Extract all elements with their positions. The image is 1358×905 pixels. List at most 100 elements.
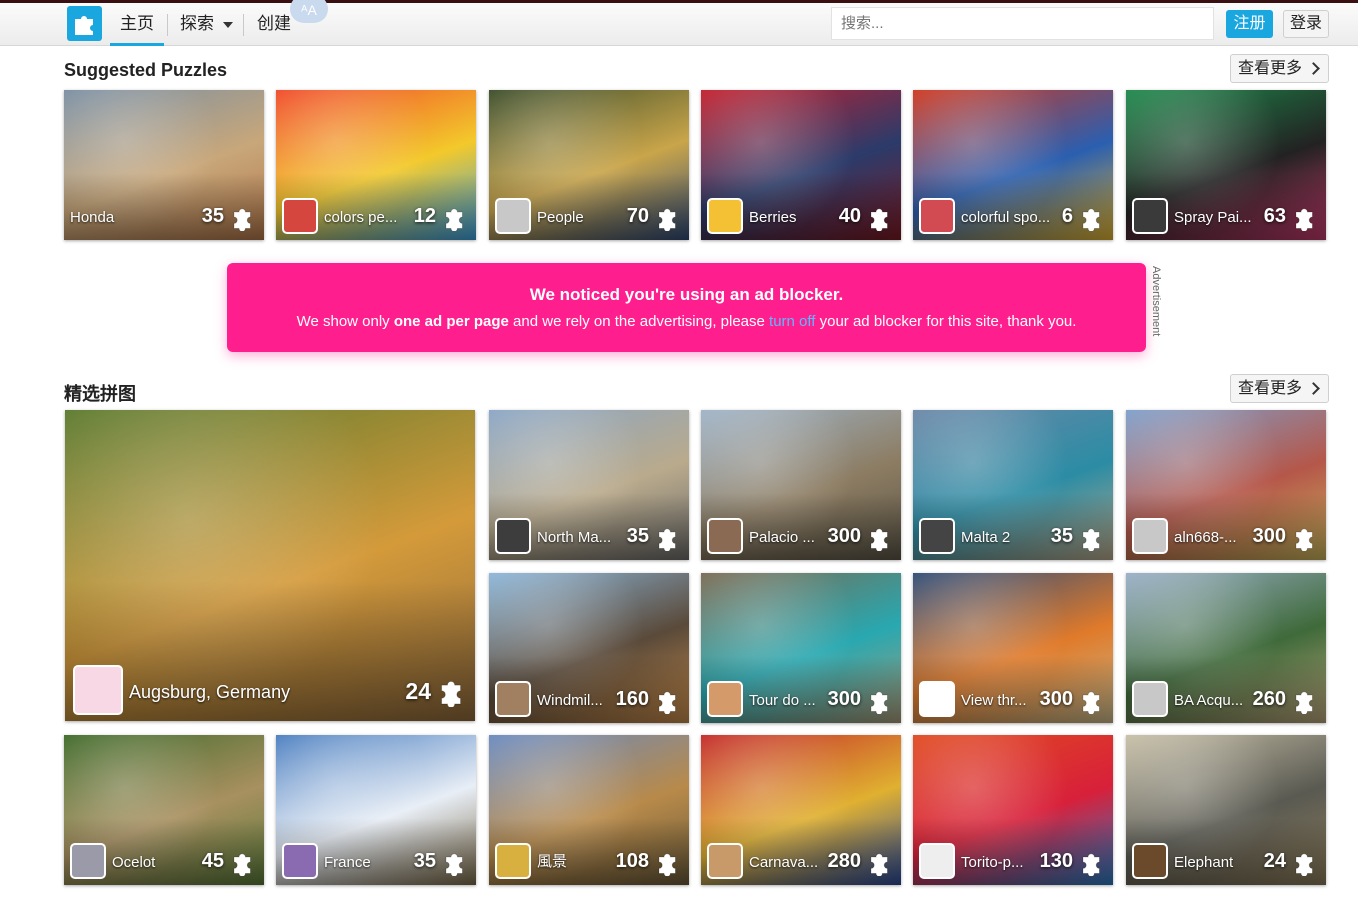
piece-count: 300 <box>1252 525 1286 547</box>
puzzle-tile[interactable]: BA Acqu... 260 <box>1126 573 1326 723</box>
puzzle-piece-icon <box>867 688 893 715</box>
ad-text-bold: one ad per page <box>393 313 509 330</box>
puzzle-tile[interactable]: Palacio ... 300 <box>701 410 901 560</box>
author-avatar[interactable] <box>495 843 531 879</box>
puzzle-tile[interactable]: aln668-... 300 <box>1126 410 1326 560</box>
puzzle-tile[interactable]: North Ma... 35 <box>489 410 689 560</box>
author-avatar[interactable] <box>282 843 318 879</box>
puzzle-tile[interactable]: Elephant 24 <box>1126 735 1326 885</box>
puzzle-name: colors pe... <box>324 209 398 226</box>
piece-count: 280 <box>827 850 861 872</box>
piece-count: 160 <box>615 688 649 710</box>
puzzle-tile[interactable]: People 70 <box>489 90 689 240</box>
puzzle-name: Tour do ... <box>749 692 816 709</box>
puzzle-tile[interactable]: Torito-p... 130 <box>913 735 1113 885</box>
puzzle-piece-icon <box>867 525 893 552</box>
author-avatar[interactable] <box>495 198 531 234</box>
puzzle-piece-icon <box>655 205 681 232</box>
puzzle-name: Carnava... <box>749 854 819 871</box>
featured-see-more-button[interactable]: 查看更多 <box>1230 374 1329 403</box>
puzzle-piece-icon <box>867 205 893 232</box>
puzzle-tile[interactable]: Malta 2 35 <box>913 410 1113 560</box>
puzzle-tile[interactable]: Tour do ... 300 <box>701 573 901 723</box>
author-avatar[interactable] <box>707 518 743 554</box>
puzzle-name: View thr... <box>961 692 1027 709</box>
chevron-right-icon <box>1307 382 1320 395</box>
author-avatar[interactable] <box>70 843 106 879</box>
puzzle-tile[interactable]: View thr... 300 <box>913 573 1113 723</box>
puzzle-name: France <box>324 854 371 871</box>
puzzle-piece-icon <box>1292 525 1318 552</box>
author-avatar[interactable] <box>495 681 531 717</box>
puzzle-name: aln668-... <box>1174 529 1237 546</box>
search-input[interactable] <box>831 7 1214 40</box>
nav-divider <box>167 14 168 36</box>
puzzle-tile[interactable]: colors pe... 12 <box>276 90 476 240</box>
turn-off-link[interactable]: turn off <box>769 313 815 330</box>
author-avatar[interactable] <box>1132 198 1168 234</box>
author-avatar[interactable] <box>1132 518 1168 554</box>
puzzle-tile[interactable]: Honda 35 <box>64 90 264 240</box>
login-button[interactable]: 登录 <box>1283 10 1329 38</box>
nav-create[interactable]: 创建 <box>257 3 291 46</box>
puzzle-tile[interactable]: Spray Pai... 63 <box>1126 90 1326 240</box>
author-avatar[interactable] <box>707 843 743 879</box>
puzzle-name: North Ma... <box>537 529 612 546</box>
author-avatar[interactable] <box>707 198 743 234</box>
piece-count: 35 <box>201 205 224 227</box>
piece-count: 40 <box>838 205 861 227</box>
puzzle-piece-icon <box>230 850 256 877</box>
author-avatar[interactable] <box>919 681 955 717</box>
top-header: 主页 探索 创建 ᴬA 注册 登录 <box>0 0 1358 46</box>
puzzle-name: Ocelot <box>112 854 156 871</box>
featured-section-title: 精选拼图 <box>64 384 136 404</box>
nav-explore[interactable]: 探索 <box>180 3 233 46</box>
piece-count: 35 <box>626 525 649 547</box>
suggested-section-title: Suggested Puzzles <box>64 60 228 80</box>
piece-count: 35 <box>1050 525 1073 547</box>
puzzle-piece-icon <box>1292 205 1318 232</box>
puzzle-name: Malta 2 <box>961 529 1011 546</box>
puzzle-piece-icon <box>867 850 893 877</box>
ad-text-part: and we rely on the advertising, please <box>508 313 770 330</box>
author-avatar[interactable] <box>1132 843 1168 879</box>
author-avatar[interactable] <box>1132 681 1168 717</box>
puzzle-tile[interactable]: Ocelot 45 <box>64 735 264 885</box>
chevron-down-icon <box>223 21 233 28</box>
nav-divider <box>243 14 244 36</box>
puzzle-name: Palacio ... <box>749 529 815 546</box>
puzzle-name: Torito-p... <box>961 854 1024 871</box>
puzzle-piece-icon <box>1079 850 1105 877</box>
author-avatar[interactable] <box>919 198 955 234</box>
puzzle-tile[interactable]: 風景 108 <box>489 735 689 885</box>
puzzle-tile[interactable]: Windmil... 160 <box>489 573 689 723</box>
puzzle-tile[interactable]: France 35 <box>276 735 476 885</box>
puzzle-name: Augsburg, Germany <box>129 682 291 702</box>
puzzle-name: People <box>537 209 584 226</box>
piece-count: 63 <box>1263 205 1286 227</box>
ad-text-part: your ad blocker for this site, thank you… <box>815 313 1077 330</box>
puzzle-name: 風景 <box>537 853 568 870</box>
puzzle-tile[interactable]: Augsburg, Germany 24 <box>65 410 475 721</box>
piece-count: 300 <box>1039 688 1073 710</box>
nav-explore-label: 探索 <box>180 14 214 33</box>
nav-home[interactable]: 主页 <box>110 3 164 46</box>
puzzle-tile[interactable]: Carnava... 280 <box>701 735 901 885</box>
advertisement-label: Advertisement <box>1150 266 1162 337</box>
puzzle-tile[interactable]: Berries 40 <box>701 90 901 240</box>
puzzle-tile[interactable]: colorful spo... 6 <box>913 90 1113 240</box>
suggested-see-more-button[interactable]: 查看更多 <box>1230 54 1329 83</box>
piece-count: 260 <box>1252 688 1286 710</box>
puzzle-piece-icon <box>437 677 467 709</box>
author-avatar[interactable] <box>919 518 955 554</box>
author-avatar[interactable] <box>919 843 955 879</box>
register-button[interactable]: 注册 <box>1226 10 1273 38</box>
puzzle-piece-icon <box>655 688 681 715</box>
author-avatar[interactable] <box>73 665 123 715</box>
jigsaw-logo-icon[interactable] <box>67 6 102 41</box>
author-avatar[interactable] <box>707 681 743 717</box>
author-avatar[interactable] <box>495 518 531 554</box>
puzzle-name: Elephant <box>1174 854 1234 871</box>
translate-icon[interactable]: ᴬA <box>290 0 328 23</box>
author-avatar[interactable] <box>282 198 318 234</box>
